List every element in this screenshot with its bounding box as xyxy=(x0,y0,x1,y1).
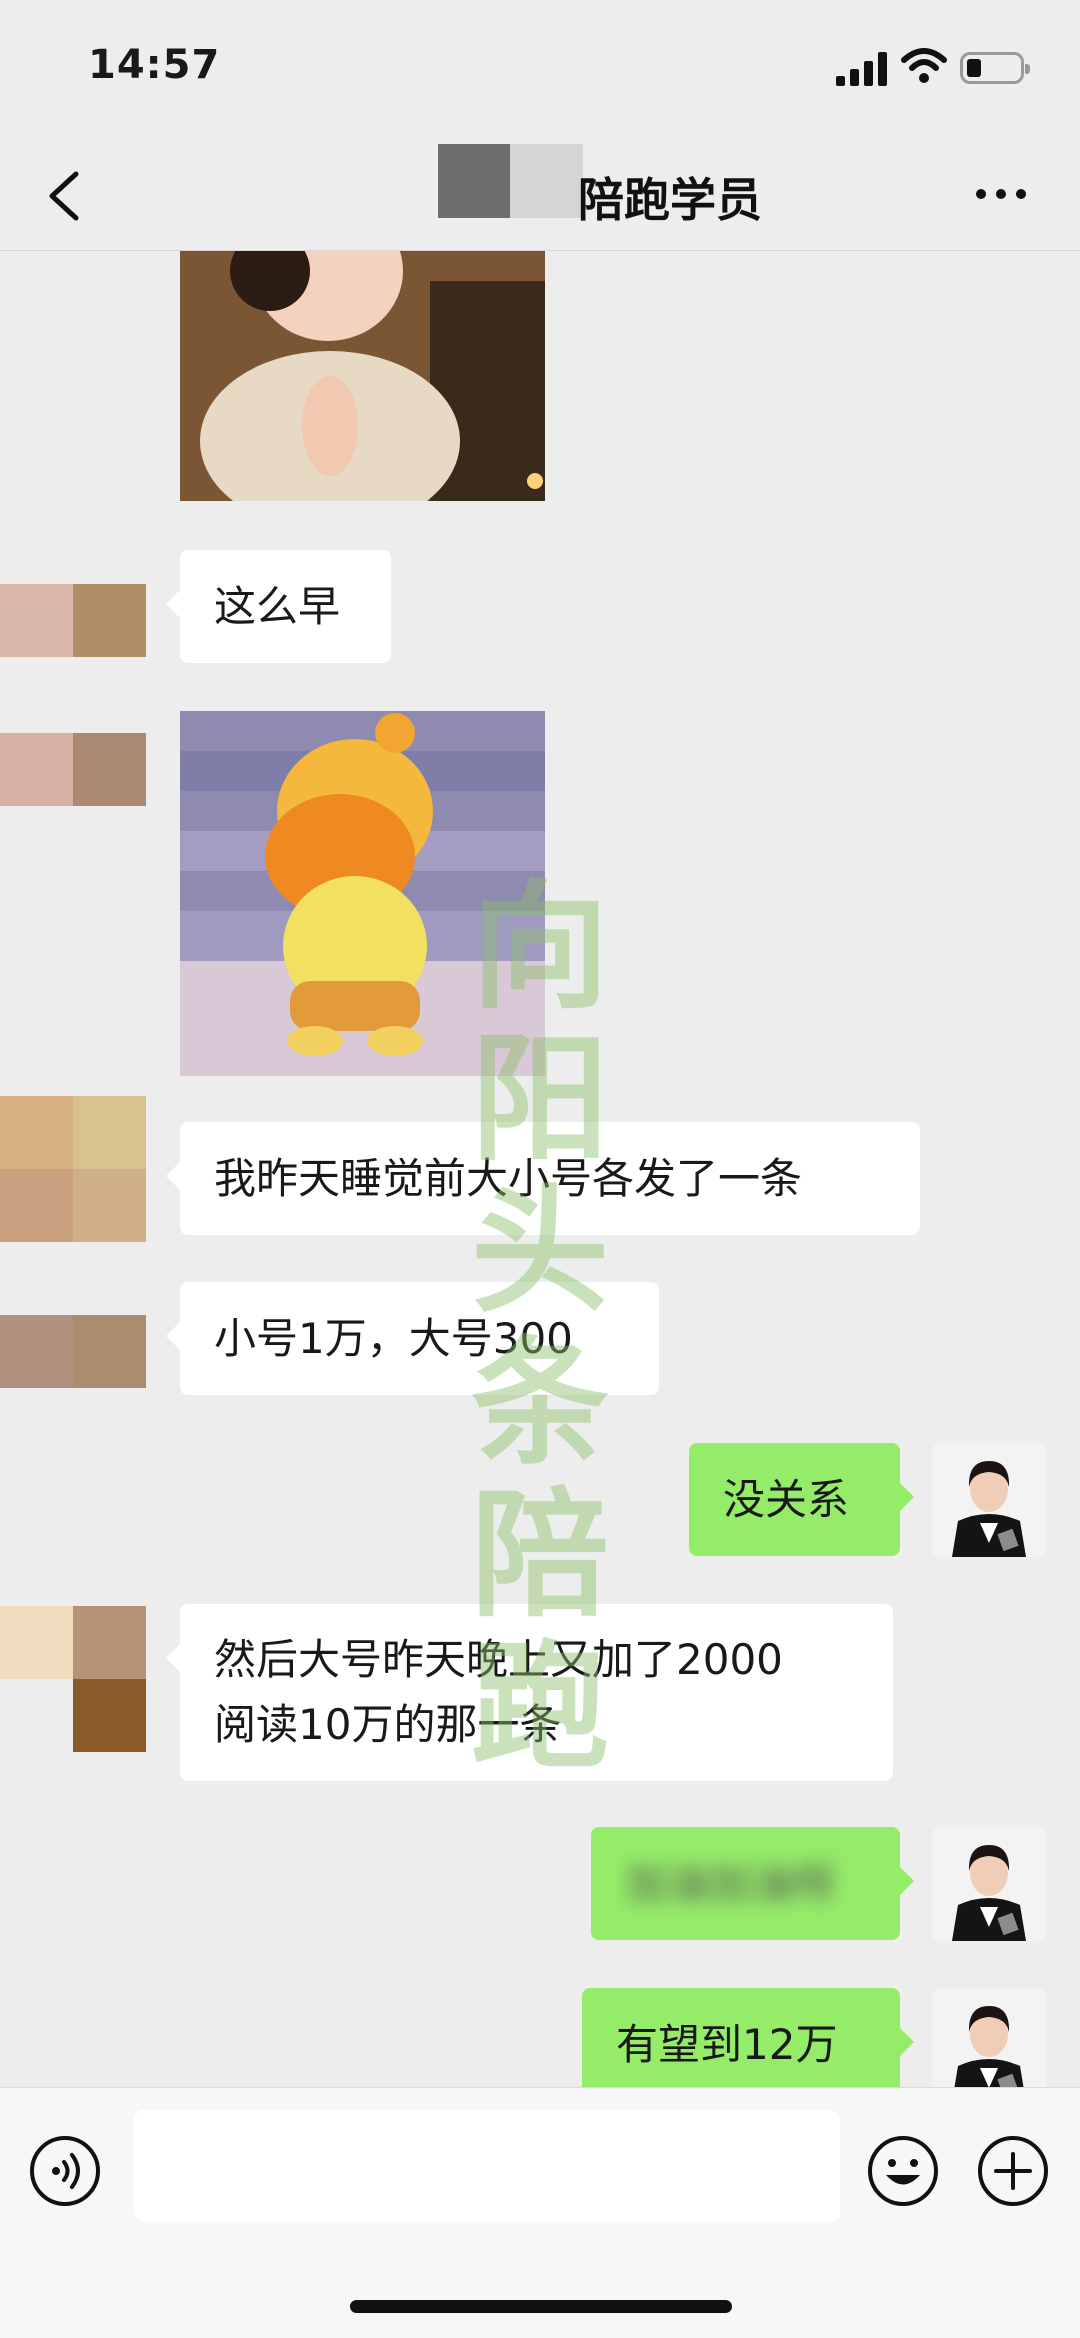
message-bubble-outgoing[interactable]: 有望到12万 xyxy=(582,1988,914,2087)
contact-avatar-blurred[interactable] xyxy=(0,1096,146,1242)
message-bubble-outgoing-blurred[interactable]: 加油加油呀 xyxy=(591,1827,914,1940)
status-time: 14:57 xyxy=(88,42,221,88)
home-indicator xyxy=(350,2300,732,2313)
message-bubble-incoming[interactable]: 我昨天睡觉前大小号各发了一条 xyxy=(166,1122,920,1235)
message-text-line2: 阅读10万的那一条 xyxy=(214,1700,562,1749)
signal-icon xyxy=(836,52,888,86)
message-text: 这么早 xyxy=(214,582,341,631)
my-avatar[interactable] xyxy=(932,1443,1046,1557)
contact-avatar-blurred[interactable] xyxy=(0,1315,146,1388)
message-text: 小号1万，大号300 xyxy=(214,1314,573,1363)
message-text: 没关系 xyxy=(723,1475,850,1524)
more-dots-icon[interactable] xyxy=(974,182,1028,206)
blurred-title-mosaic xyxy=(438,144,583,218)
message-text: 我昨天睡觉前大小号各发了一条 xyxy=(214,1154,803,1203)
message-bubble-incoming[interactable]: 然后大号昨天晚上又加了2000 阅读10万的那一条 xyxy=(166,1604,893,1781)
message-text: 有望到12万 xyxy=(616,2020,838,2069)
chat-messages[interactable]: 这么早 我昨天睡觉前大小号各发了一条 小号1万，大号300 没关系 然后大号昨天… xyxy=(0,251,1080,2087)
emoji-icon[interactable] xyxy=(866,2134,940,2208)
message-bubble-incoming[interactable]: 这么早 xyxy=(166,550,391,663)
sticker-yellow-cartoon-dancing[interactable] xyxy=(180,711,545,1076)
message-text: 加油加油呀 xyxy=(625,1859,836,1908)
contact-avatar-blurred[interactable] xyxy=(0,584,146,657)
plus-icon[interactable] xyxy=(976,2134,1050,2208)
voice-icon[interactable] xyxy=(28,2134,102,2208)
sticker-baby-clapping[interactable] xyxy=(180,251,545,501)
message-text-line1: 然后大号昨天晚上又加了2000 xyxy=(214,1635,783,1684)
status-bar: 14:57 xyxy=(0,0,1080,140)
message-bubble-incoming[interactable]: 小号1万，大号300 xyxy=(166,1282,659,1395)
chat-title: 陪跑学员 xyxy=(578,173,762,227)
my-avatar[interactable] xyxy=(932,1827,1046,1941)
nav-bar: 陪跑学员 xyxy=(0,140,1080,251)
chevron-left-icon[interactable] xyxy=(40,168,90,224)
message-input[interactable] xyxy=(134,2110,840,2222)
battery-icon xyxy=(960,52,1030,84)
wifi-icon xyxy=(901,48,947,83)
message-bubble-outgoing[interactable]: 没关系 xyxy=(689,1443,914,1556)
contact-avatar-blurred[interactable] xyxy=(0,733,146,806)
input-bar xyxy=(0,2087,1080,2338)
my-avatar[interactable] xyxy=(932,1988,1046,2087)
contact-avatar-blurred[interactable] xyxy=(0,1606,146,1752)
